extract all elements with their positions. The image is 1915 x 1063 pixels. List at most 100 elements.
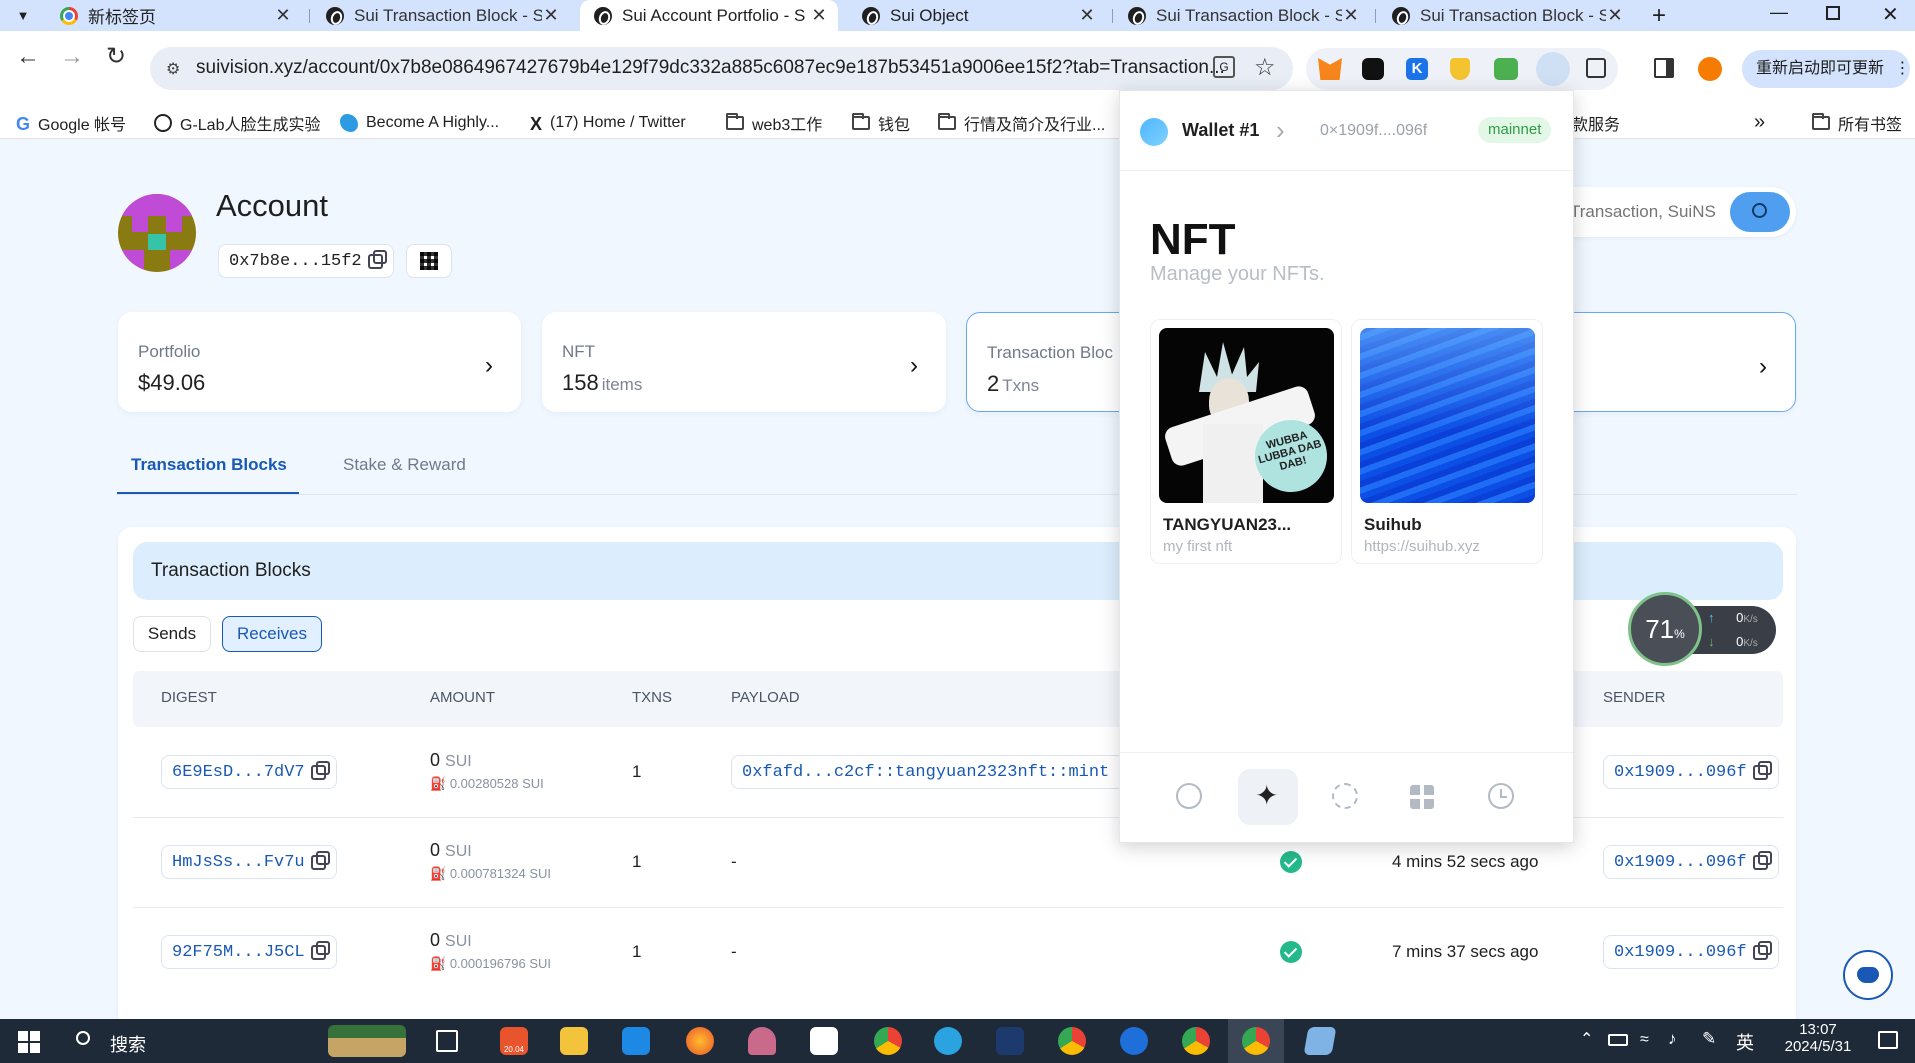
tab-close-icon[interactable]: ✕	[810, 5, 828, 26]
translate-icon[interactable]: G	[1213, 56, 1235, 78]
close-window-button[interactable]: ✕	[1882, 2, 1899, 27]
wifi-icon[interactable]: ≈	[1640, 1031, 1649, 1049]
chrome-profile-icon[interactable]	[1058, 1027, 1086, 1055]
taskbar-search[interactable]: 搜索	[62, 1019, 422, 1063]
chrome-icon[interactable]	[874, 1027, 902, 1055]
telegram-icon[interactable]	[934, 1027, 962, 1055]
bookmark-folder-wallet[interactable]: 钱包	[852, 106, 910, 139]
filter-sends-button[interactable]: Sends	[133, 616, 211, 652]
app-dark-icon[interactable]	[996, 1027, 1024, 1055]
tab-sui-account-portfolio[interactable]: Sui Account Portfolio - S ✕	[580, 0, 838, 31]
digest-link[interactable]: 6E9EsD...7dV7	[161, 755, 337, 789]
file-explorer-icon[interactable]	[560, 1027, 588, 1055]
digest-link[interactable]: HmJsSs...Fv7u	[161, 845, 337, 879]
tab-close-icon[interactable]: ✕	[1078, 5, 1096, 26]
bookmark-star-icon[interactable]: ☆	[1254, 53, 1276, 82]
windows-start-icon[interactable]	[18, 1031, 40, 1053]
copy-icon[interactable]	[310, 850, 330, 870]
digest-link[interactable]: 92F75M...J5CL	[161, 935, 337, 969]
apps-grid-icon[interactable]	[1410, 785, 1434, 809]
swap-icon[interactable]	[1332, 783, 1358, 809]
tab-stake-reward[interactable]: Stake & Reward	[343, 455, 466, 475]
nft-item[interactable]: Suihub https://suihub.xyz	[1351, 319, 1543, 564]
sender-link[interactable]: 0x1909...096f	[1603, 755, 1779, 789]
bookmark-glab[interactable]: G-Lab人脸生成实验	[154, 106, 320, 139]
task-view-icon[interactable]	[436, 1030, 458, 1052]
tab-sui-transaction-block-2[interactable]: Sui Transaction Block - S ✕	[1114, 0, 1370, 31]
portfolio-card[interactable]: Portfolio $49.06 ›	[118, 312, 521, 412]
copy-icon[interactable]	[310, 940, 330, 960]
vscode-icon[interactable]	[622, 1027, 650, 1055]
nft-nav-button[interactable]: ✦	[1238, 769, 1298, 825]
pen-icon[interactable]: ✎	[1702, 1029, 1716, 1049]
forward-button[interactable]: →	[60, 43, 84, 71]
minimize-button[interactable]: —	[1770, 2, 1788, 23]
bookmark-all-bookmarks[interactable]: 所有书签	[1812, 106, 1902, 139]
sender-link[interactable]: 0x1909...096f	[1603, 935, 1779, 969]
coins-icon[interactable]	[1176, 783, 1202, 809]
sender-link[interactable]: 0x1909...096f	[1603, 845, 1779, 879]
input-language[interactable]: 英	[1736, 1029, 1754, 1055]
typora-icon[interactable]	[810, 1027, 838, 1055]
wallet-name[interactable]: Wallet #1	[1182, 120, 1259, 141]
back-button[interactable]: ←	[16, 43, 40, 71]
tab-close-icon[interactable]: ✕	[274, 5, 292, 26]
active-app-highlight[interactable]	[1228, 1019, 1284, 1063]
history-icon[interactable]	[1488, 783, 1514, 809]
tab-transaction-blocks[interactable]: Transaction Blocks	[131, 455, 287, 475]
volume-icon[interactable]: ♪	[1668, 1029, 1677, 1049]
app-umbrella-icon[interactable]	[748, 1027, 776, 1055]
extension-sui-wallet-icon[interactable]	[1536, 52, 1570, 86]
extension-wallet-icon[interactable]	[1362, 58, 1384, 80]
tab-close-icon[interactable]: ✕	[1342, 5, 1360, 26]
tab-search-button[interactable]: ▼	[12, 6, 34, 26]
copy-icon[interactable]	[367, 249, 387, 269]
battery-icon[interactable]	[1608, 1034, 1628, 1046]
nft-item[interactable]: WUBBA LUBBA DAB DAB! TANGYUAN23... my fi…	[1150, 319, 1342, 564]
firefox-icon[interactable]	[686, 1027, 714, 1055]
copy-icon[interactable]	[1752, 760, 1772, 780]
extension-shield-icon[interactable]	[1450, 58, 1470, 80]
payload-link[interactable]: 0xfafd...c2cf::tangyuan2323nft::mint	[731, 755, 1126, 789]
bookmark-become-highly[interactable]: Become A Highly...	[340, 106, 499, 139]
tab-sui-transaction-block-1[interactable]: Sui Transaction Block - S ✕	[312, 0, 570, 31]
tab-close-icon[interactable]: ✕	[542, 5, 560, 26]
restore-button[interactable]	[1826, 6, 1840, 20]
extensions-puzzle-icon[interactable]	[1586, 58, 1606, 78]
relaunch-button[interactable]: 重新启动即可更新 ⋮	[1742, 50, 1910, 88]
copy-icon[interactable]	[1752, 850, 1772, 870]
search-button[interactable]	[1730, 192, 1790, 232]
app-blue-icon[interactable]	[1303, 1027, 1337, 1055]
bookmark-google-account[interactable]: G Google 帐号	[16, 106, 126, 139]
bookmark-folder-market[interactable]: 行情及简介及行业...	[938, 106, 1105, 139]
app-v-icon[interactable]	[1120, 1027, 1148, 1055]
nft-card[interactable]: NFT 158 items ›	[542, 312, 946, 412]
copy-icon[interactable]	[310, 760, 330, 780]
side-panel-icon[interactable]	[1654, 58, 1674, 78]
bookmark-twitter[interactable]: X (17) Home / Twitter	[530, 106, 686, 139]
bookmark-folder-web3[interactable]: web3工作	[726, 106, 822, 139]
new-tab-button[interactable]: +	[1652, 2, 1666, 30]
account-address-chip[interactable]: 0x7b8e...15f2	[218, 244, 394, 278]
tray-overflow-icon[interactable]: ⌃	[1580, 1029, 1593, 1049]
address-bar[interactable]: ⚙ suivision.xyz/account/0x7b8e0864967427…	[150, 47, 1293, 90]
qr-code-button[interactable]	[406, 244, 452, 278]
reload-button[interactable]: ↻	[106, 42, 126, 71]
tab-sui-transaction-block-3[interactable]: Sui Transaction Block - S ✕	[1378, 0, 1634, 31]
extension-k-icon[interactable]: K	[1406, 58, 1428, 80]
profile-avatar[interactable]	[1698, 57, 1722, 81]
extension-green-icon[interactable]	[1494, 58, 1518, 80]
filter-receives-button[interactable]: Receives	[222, 616, 322, 652]
bookmarks-overflow-icon[interactable]: »	[1754, 106, 1765, 139]
search-input[interactable]	[1570, 198, 1730, 226]
notification-icon[interactable]	[1878, 1031, 1898, 1049]
wallet-address[interactable]: 0×1909f....096f	[1320, 122, 1427, 140]
tab-close-icon[interactable]: ✕	[1606, 5, 1624, 26]
calendar-app-icon[interactable]: 20.04	[500, 1027, 528, 1055]
network-speed-widget[interactable]: 71% ↑ 0K/s ↓ 0K/s	[1628, 592, 1778, 666]
clock[interactable]: 13:07 2024/5/31	[1768, 1021, 1868, 1055]
discord-button[interactable]	[1843, 950, 1893, 1000]
tab-new-tab[interactable]: 新标签页 ✕	[46, 0, 302, 31]
copy-icon[interactable]	[1752, 940, 1772, 960]
site-info-icon[interactable]: ⚙	[166, 59, 180, 79]
